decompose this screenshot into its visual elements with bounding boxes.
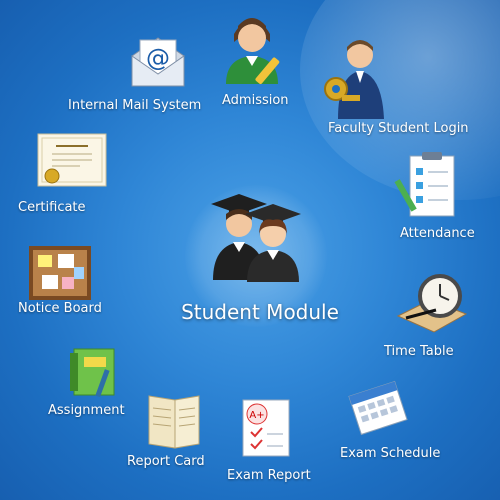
module-label: Certificate	[18, 200, 86, 215]
corkboard-icon	[29, 246, 91, 300]
student-module-diagram: @ Internal Mail System Admission Faculty…	[0, 0, 500, 500]
notebook-icon	[70, 348, 115, 398]
module-label: Time Table	[384, 344, 454, 359]
module-internal-mail[interactable]: @ Internal Mail System	[68, 30, 208, 120]
module-faculty-login[interactable]: Faculty Student Login	[318, 35, 478, 145]
module-exam-report[interactable]: A+ Exam Report	[227, 398, 327, 488]
report-card-icon	[148, 395, 200, 449]
graduates-icon	[211, 194, 301, 282]
module-certificate[interactable]: Certificate	[18, 130, 118, 220]
module-admission[interactable]: Admission	[218, 8, 298, 108]
center-label: Student Module	[181, 300, 339, 324]
calendar-icon	[348, 380, 408, 436]
clock-book-icon	[396, 274, 468, 333]
student-pencil-icon	[226, 18, 280, 85]
exam-report-icon: A+	[242, 399, 290, 457]
module-attendance[interactable]: Attendance	[394, 150, 488, 245]
module-label: Faculty Student Login	[328, 121, 469, 136]
module-notice-board[interactable]: Notice Board	[18, 245, 118, 330]
module-center-student[interactable]	[205, 190, 305, 290]
module-time-table[interactable]: Time Table	[382, 270, 482, 365]
module-exam-schedule[interactable]: Exam Schedule	[338, 380, 448, 470]
svg-text:A+: A+	[249, 410, 264, 421]
module-label: Exam Report	[227, 468, 311, 483]
module-label: Assignment	[48, 403, 125, 418]
mail-icon: @	[131, 37, 185, 87]
key-person-icon	[324, 40, 384, 119]
module-report-card[interactable]: Report Card	[127, 392, 217, 472]
certificate-icon	[37, 133, 107, 187]
module-label: Exam Schedule	[340, 446, 441, 461]
checklist-icon	[394, 152, 455, 217]
module-label: Notice Board	[18, 301, 102, 316]
module-label: Admission	[222, 93, 289, 108]
module-label: Attendance	[400, 226, 475, 241]
module-label: Report Card	[127, 454, 205, 469]
module-label: Internal Mail System	[68, 98, 202, 113]
